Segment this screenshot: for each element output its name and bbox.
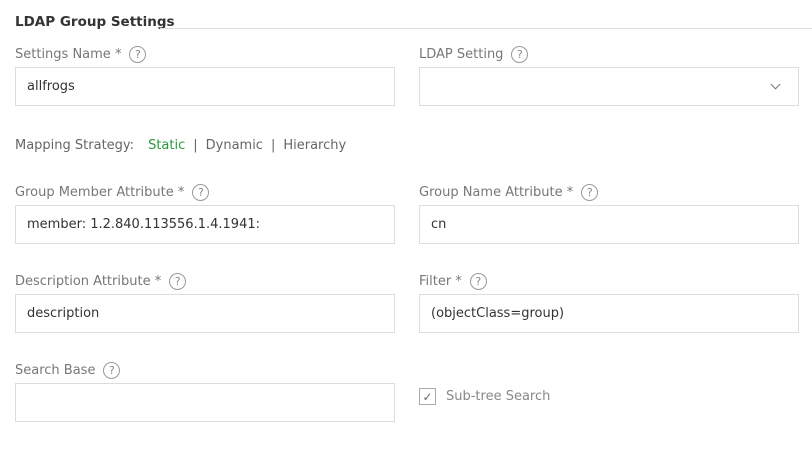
mapping-strategy: Mapping Strategy: Static | Dynamic | Hie… — [15, 138, 346, 153]
separator: | — [270, 138, 276, 153]
label-text: Group Name Attribute * — [419, 184, 574, 200]
description-attribute-input[interactable]: description — [15, 294, 395, 333]
ldap-setting-label: LDAP Setting? — [419, 44, 529, 64]
help-icon[interactable]: ? — [103, 361, 121, 379]
label-text: Filter * — [419, 273, 462, 289]
group-name-attribute-label: Group Name Attribute *? — [419, 182, 599, 202]
search-base-label: Search Base? — [15, 360, 121, 380]
group-member-attribute-label: Group Member Attribute *? — [15, 182, 210, 202]
section-title: LDAP Group Settings — [15, 14, 175, 30]
label-text: Group Member Attribute * — [15, 184, 185, 200]
group-name-attribute-input[interactable]: cn — [419, 205, 799, 244]
ldap-setting-select[interactable] — [419, 67, 799, 106]
filter-label: Filter *? — [419, 271, 487, 291]
label-text: LDAP Setting — [419, 46, 504, 62]
label-text: Settings Name * — [15, 46, 122, 62]
mapping-label: Mapping Strategy: — [15, 138, 135, 153]
mapping-option-dynamic[interactable]: Dynamic — [206, 138, 263, 153]
help-icon[interactable]: ? — [129, 45, 147, 63]
mapping-option-hierarchy[interactable]: Hierarchy — [283, 138, 346, 153]
settings-name-label: Settings Name *? — [15, 44, 147, 64]
group-member-attribute-input[interactable]: member: 1.2.840.113556.1.4.1941: — [15, 205, 395, 244]
search-base-input[interactable] — [15, 383, 395, 422]
help-icon[interactable]: ? — [169, 272, 187, 290]
filter-input[interactable]: (objectClass=group) — [419, 294, 799, 333]
settings-name-input[interactable]: allfrogs — [15, 67, 395, 106]
chevron-down-icon — [770, 79, 781, 90]
help-icon[interactable]: ? — [192, 183, 210, 201]
help-icon[interactable]: ? — [469, 272, 487, 290]
subtree-search-label: Sub-tree Search — [446, 389, 551, 404]
help-icon[interactable]: ? — [511, 45, 529, 63]
label-text: Search Base — [15, 362, 96, 378]
checkbox-check-icon[interactable]: ✓ — [419, 388, 436, 405]
divider — [160, 28, 812, 29]
help-icon[interactable]: ? — [581, 183, 599, 201]
subtree-search-checkbox[interactable]: ✓ Sub-tree Search — [419, 388, 550, 405]
mapping-option-static[interactable]: Static — [148, 138, 185, 153]
label-text: Description Attribute * — [15, 273, 162, 289]
description-attribute-label: Description Attribute *? — [15, 271, 187, 291]
separator: | — [193, 138, 198, 153]
